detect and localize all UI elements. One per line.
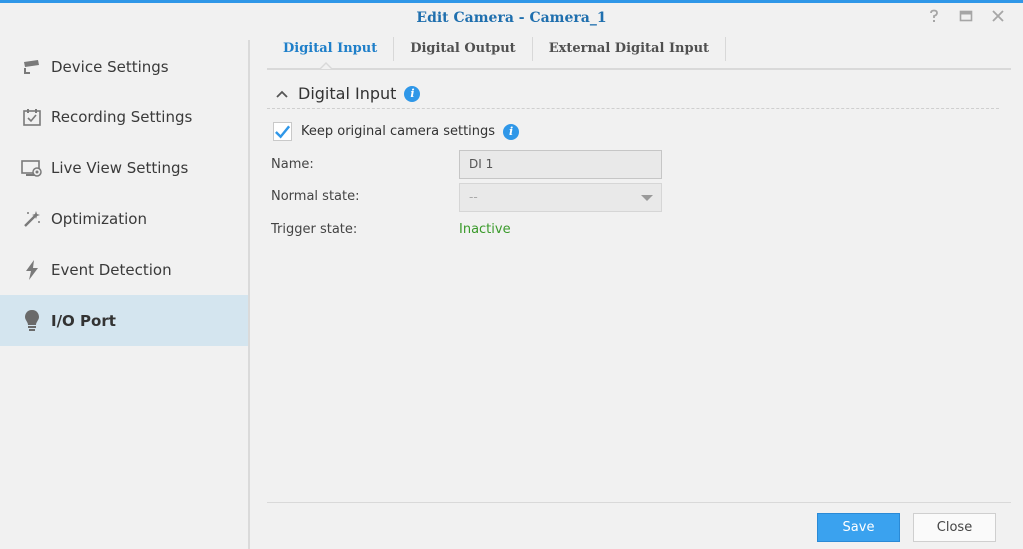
trigger-state-value: Inactive: [459, 222, 511, 237]
save-button[interactable]: Save: [817, 513, 900, 542]
checkmark-icon: [275, 125, 291, 139]
normal-state-select[interactable]: --: [459, 183, 662, 212]
sidebar-item-io-port[interactable]: I/O Port: [0, 295, 249, 346]
sidebar-item-label: Live View Settings: [51, 158, 189, 177]
chevron-up-icon: [274, 86, 290, 102]
footer-divider: [267, 502, 1011, 503]
normal-state-label: Normal state:: [271, 189, 360, 204]
sidebar-item-label: Optimization: [51, 209, 147, 228]
tab-external-digital-input[interactable]: External Digital Input: [533, 37, 727, 61]
close-button[interactable]: Close: [913, 513, 996, 542]
info-icon[interactable]: i: [404, 85, 421, 102]
trigger-state-label: Trigger state:: [271, 222, 358, 237]
sidebar-item-live-view-settings[interactable]: Live View Settings: [0, 142, 249, 193]
lightbulb-icon: [21, 309, 43, 332]
chevron-down-icon: [641, 195, 653, 201]
sidebar-item-event-detection[interactable]: Event Detection: [0, 244, 249, 295]
maximize-icon[interactable]: [957, 9, 975, 27]
name-field[interactable]: DI 1: [459, 150, 662, 179]
sidebar: Device Settings Recording Settings Live …: [0, 40, 250, 549]
sidebar-item-label: Device Settings: [51, 57, 169, 76]
sidebar-item-device-settings[interactable]: Device Settings: [0, 41, 249, 92]
keep-settings-checkbox[interactable]: [273, 122, 292, 141]
window-accent-bar: [0, 0, 1023, 3]
lightning-icon: [21, 259, 43, 281]
calendar-check-icon: [21, 106, 43, 128]
section-title: Digital Input: [298, 84, 397, 103]
keep-settings-label: Keep original camera settings: [301, 124, 496, 139]
active-tab-indicator: [319, 62, 333, 69]
sidebar-item-recording-settings[interactable]: Recording Settings: [0, 91, 249, 142]
name-label: Name:: [271, 157, 314, 172]
sidebar-divider: [248, 40, 250, 549]
normal-state-value: --: [469, 190, 478, 204]
tab-digital-input[interactable]: Digital Input: [267, 37, 395, 61]
sidebar-item-label: Recording Settings: [51, 107, 193, 126]
tab-bar: Digital Input Digital Output External Di…: [267, 37, 727, 69]
magic-wand-icon: [21, 208, 43, 230]
window-title: Edit Camera - Camera_1: [416, 10, 607, 26]
keep-settings-row: Keep original camera settings i: [273, 122, 520, 141]
section-divider: [267, 108, 999, 109]
camera-icon: [21, 56, 43, 78]
monitor-icon: [21, 157, 43, 179]
tab-digital-output[interactable]: Digital Output: [394, 37, 533, 61]
sidebar-item-label: I/O Port: [51, 311, 116, 330]
section-header[interactable]: Digital Input i: [274, 84, 421, 103]
sidebar-item-label: Event Detection: [51, 260, 172, 279]
info-icon[interactable]: i: [503, 123, 520, 140]
tab-underline: [267, 68, 1011, 70]
help-icon[interactable]: [925, 9, 943, 27]
sidebar-item-optimization[interactable]: Optimization: [0, 193, 249, 244]
close-icon[interactable]: [989, 9, 1007, 27]
